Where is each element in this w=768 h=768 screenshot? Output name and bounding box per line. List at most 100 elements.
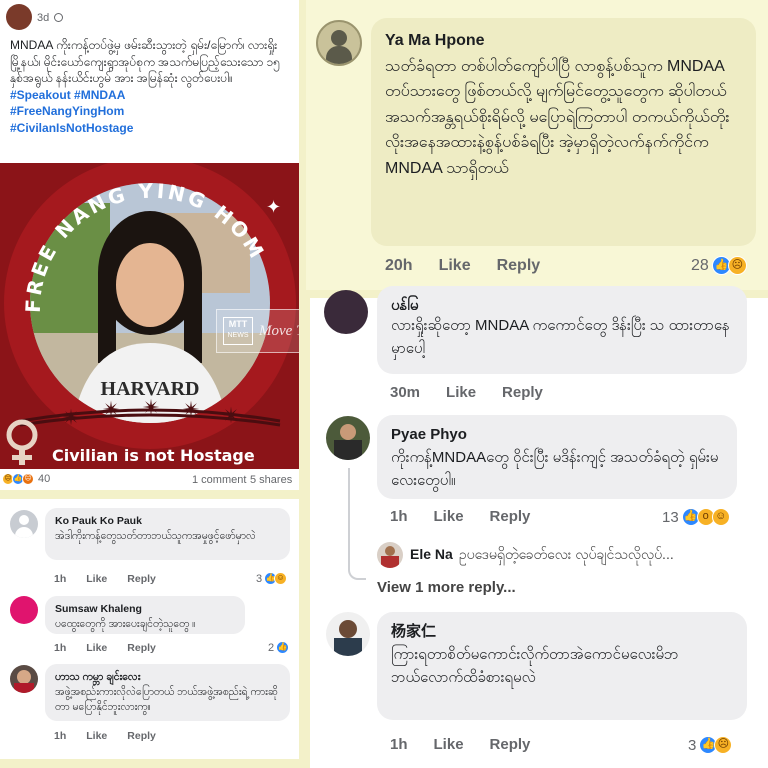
- reaction-count: 3: [256, 572, 263, 585]
- poster-footer: Civilian is not Hostage: [52, 446, 255, 465]
- watermark-logo-text: MTT: [228, 319, 248, 329]
- comment-bubble: Ya Ma Hpone သတ်ခံရတာ တစ်ပါတ်ကျော်ပါပြီ လ…: [371, 18, 756, 246]
- hashtag-speakout[interactable]: #Speakout #MNDAA: [10, 87, 295, 104]
- like-button[interactable]: Like: [86, 573, 107, 585]
- comment-text: ကိုးကန့်MNDAAတွေ ဝိုင်းပြီး မဒိန်းကျင့် …: [391, 449, 719, 489]
- haha-icon: ☺: [274, 572, 288, 585]
- avatar[interactable]: [377, 542, 403, 568]
- hashtag-civilian[interactable]: #CivilanIsNotHostage: [10, 120, 295, 137]
- watermark-text: Move To Truth: [259, 322, 299, 339]
- svg-text:✴: ✴: [102, 397, 120, 422]
- avatar[interactable]: [10, 510, 38, 538]
- reply-author[interactable]: Ele Na: [410, 546, 453, 562]
- reply-button[interactable]: Reply: [127, 573, 156, 585]
- view-more-replies[interactable]: View 1 more reply...: [377, 579, 516, 596]
- comment-time[interactable]: 1h: [54, 573, 66, 585]
- comment-bubble: Sumsaw Khaleng ပထွေးတွေကို အားပေးချင်တဲ့…: [45, 596, 245, 634]
- right-comment-list: ပန်မြ လားရှိုးဆိုတော့ MNDAA ကကောင်တွေ ဒိ…: [310, 286, 768, 768]
- haha-icon: ☺: [711, 508, 730, 526]
- comment-reactions[interactable]: 2 👍: [268, 641, 290, 654]
- comments-count[interactable]: 1 comment: [192, 474, 246, 486]
- comment-reactions[interactable]: 3 👍 ☹: [688, 736, 733, 754]
- post-image[interactable]: HARVARD FREE NANG YING HOM ✦ ✴ ✴ ✴ ✴ ✴ Civil…: [0, 163, 299, 469]
- commenter-name[interactable]: Ko Pauk Ko Pauk: [55, 514, 280, 529]
- comment-time[interactable]: 1h: [54, 642, 66, 654]
- reaction-count: 13: [662, 508, 679, 526]
- reply-button[interactable]: Reply: [497, 257, 541, 274]
- comment-text: လားရှိုးဆိုတော့ MNDAA ကကောင်တွေ ဒိန်းပြီ…: [391, 317, 730, 357]
- post-timestamp[interactable]: 3d: [37, 12, 64, 24]
- svg-text:✴: ✴: [62, 405, 80, 430]
- like-button[interactable]: Like: [446, 384, 476, 401]
- reply-button[interactable]: Reply: [502, 384, 543, 401]
- nested-reply[interactable]: Ele Na ဥပဒေမရှိတဲ့ခေတ်လေး လုပ်ချင်သလိုလုပ…: [410, 545, 750, 566]
- avatar[interactable]: [326, 416, 370, 460]
- comment-actions: 1h Like Reply: [390, 508, 556, 525]
- like-button[interactable]: Like: [86, 642, 107, 654]
- comment-time[interactable]: 30m: [390, 384, 420, 401]
- reply-button[interactable]: Reply: [127, 730, 156, 742]
- comment-time[interactable]: 1h: [390, 508, 408, 525]
- like-button[interactable]: Like: [434, 736, 464, 753]
- comment-actions: 20h Like Reply: [385, 257, 566, 275]
- comment-actions: 30m Like Reply: [390, 384, 569, 401]
- like-icon: 👍: [276, 641, 290, 654]
- like-button[interactable]: Like: [439, 257, 471, 274]
- reaction-count: 3: [688, 736, 697, 754]
- commenter-name[interactable]: 杨家仁: [391, 620, 733, 643]
- reply-button[interactable]: Reply: [490, 736, 531, 753]
- post-body: MNDAA ကိုးကန့်တပ်ဖွဲ့မှ ဖမ်းဆီးသွားတဲ့ ရ…: [10, 37, 295, 136]
- comment-time[interactable]: 1h: [54, 730, 66, 742]
- post-card: 3d MNDAA ကိုးကန့်တပ်ဖွဲ့မှ ဖမ်းဆီးသွားတဲ…: [0, 0, 299, 490]
- featured-comment-panel: Ya Ma Hpone သတ်ခံရတာ တစ်ပါတ်ကျော်ပါပြီ လ…: [306, 0, 768, 290]
- comment-bubble: ပန်မြ လားရှိုးဆိုတော့ MNDAA ကကောင်တွေ ဒိ…: [377, 286, 747, 374]
- page-avatar[interactable]: [6, 4, 32, 30]
- comment-text: အဲဒါကိုးကန့်တွေသတ်တာဘယ်သူကအမှုဖွင့်ဖော်မ…: [55, 530, 256, 542]
- reaction-count[interactable]: 40: [38, 473, 50, 485]
- svg-text:✴: ✴: [222, 403, 240, 428]
- comment-actions: 1h Like Reply: [390, 736, 556, 753]
- comment-time[interactable]: 1h: [390, 736, 408, 753]
- comment-reactions[interactable]: 13 👍 o ☺: [662, 508, 730, 526]
- comment-actions: 1h Like Reply: [54, 642, 176, 654]
- commenter-name[interactable]: Ya Ma Hpone: [385, 28, 742, 54]
- watermark-logo: MTT NEWS: [223, 317, 253, 345]
- comment-reactions[interactable]: 28 👍 ☹: [691, 256, 747, 275]
- post-body-text: MNDAA ကိုးကန့်တပ်ဖွဲ့မှ ဖမ်းဆီးသွားတဲ့ ရ…: [10, 38, 280, 85]
- watermark: MTT NEWS Move To Truth: [216, 309, 299, 353]
- shares-count[interactable]: 5 shares: [250, 474, 292, 486]
- commenter-name[interactable]: Sumsaw Khaleng: [55, 602, 235, 617]
- avatar[interactable]: [326, 612, 370, 656]
- avatar[interactable]: [10, 665, 38, 693]
- like-button[interactable]: Like: [86, 730, 107, 742]
- reply-text: ဥပဒေမရှိတဲ့ခေတ်လေး လုပ်ချင်သလိုလုပ်...: [458, 546, 674, 562]
- sparkle-icon: ✦: [266, 197, 281, 217]
- comment-time[interactable]: 20h: [385, 257, 413, 274]
- commenter-name[interactable]: Pyae Phyo: [391, 423, 723, 446]
- commenter-name[interactable]: ဟာသ ကမ္ဘာ ချင်းလေး: [55, 670, 280, 685]
- svg-text:✴: ✴: [182, 397, 200, 422]
- avatar[interactable]: [324, 290, 368, 334]
- comment-actions: 1h Like Reply: [54, 573, 176, 585]
- commenter-name[interactable]: ပန်မြ: [391, 294, 733, 310]
- globe-icon: [54, 13, 64, 22]
- comment-text: အဖွဲ့အစည်းကားလိုလဲပြောတယ် ဘယ်အဖွဲ့အစည်းရ…: [55, 686, 278, 713]
- like-button[interactable]: Like: [434, 508, 464, 525]
- reaction-count: 28: [691, 256, 709, 274]
- reply-button[interactable]: Reply: [127, 642, 156, 654]
- hashtag-freenangyinghom[interactable]: #FreeNangYingHom: [10, 103, 295, 120]
- comment-text: ပထွေးတွေကို အားပေးချင်တဲ့သူတွေ ။: [55, 618, 196, 630]
- sad-icon: ☹: [714, 736, 733, 754]
- comment-bubble: Pyae Phyo ကိုးကန့်MNDAAတွေ ဝိုင်းပြီး မဒ…: [377, 415, 737, 499]
- reaction-count: 2: [268, 641, 275, 654]
- thread-line: [348, 468, 366, 580]
- avatar[interactable]: [316, 20, 362, 66]
- svg-text:✴: ✴: [142, 395, 160, 420]
- comment-reactions[interactable]: 3 👍 ☺: [256, 572, 288, 585]
- reply-button[interactable]: Reply: [490, 508, 531, 525]
- avatar[interactable]: [10, 596, 38, 624]
- angry-icon: ☹: [22, 473, 34, 485]
- comment-actions: 1h Like Reply: [54, 730, 176, 742]
- comment-bubble: Ko Pauk Ko Pauk အဲဒါကိုးကန့်တွေသတ်တာဘယ်သ…: [45, 508, 290, 560]
- comment-bubble: ဟာသ ကမ္ဘာ ချင်းလေး အဖွဲ့အစည်းကားလိုလဲပြေ…: [45, 664, 290, 721]
